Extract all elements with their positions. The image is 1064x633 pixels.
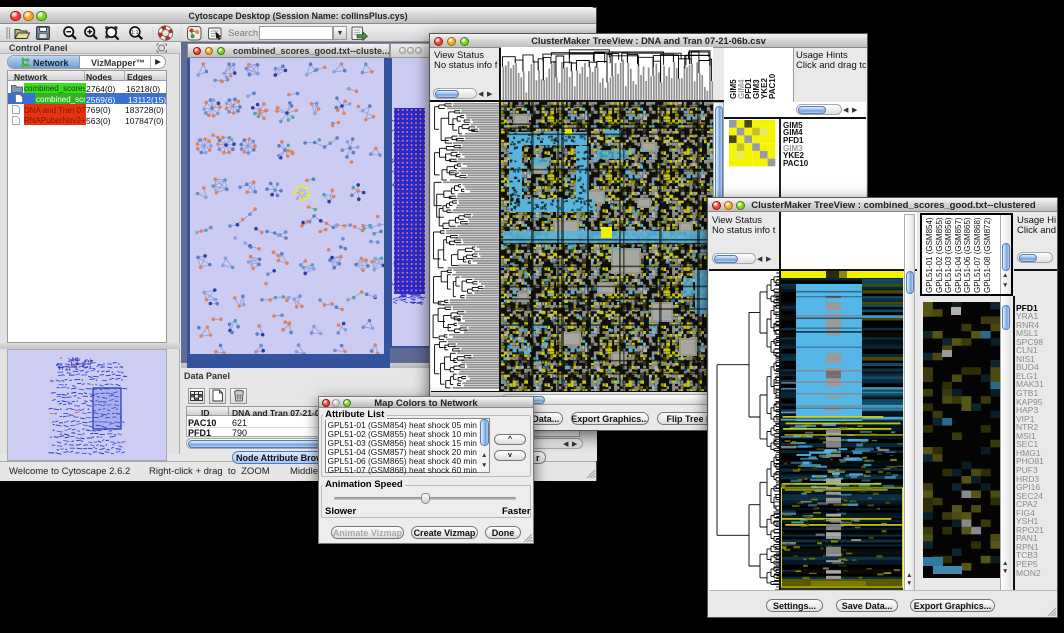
svg-text:1:1: 1:1 bbox=[131, 30, 138, 36]
